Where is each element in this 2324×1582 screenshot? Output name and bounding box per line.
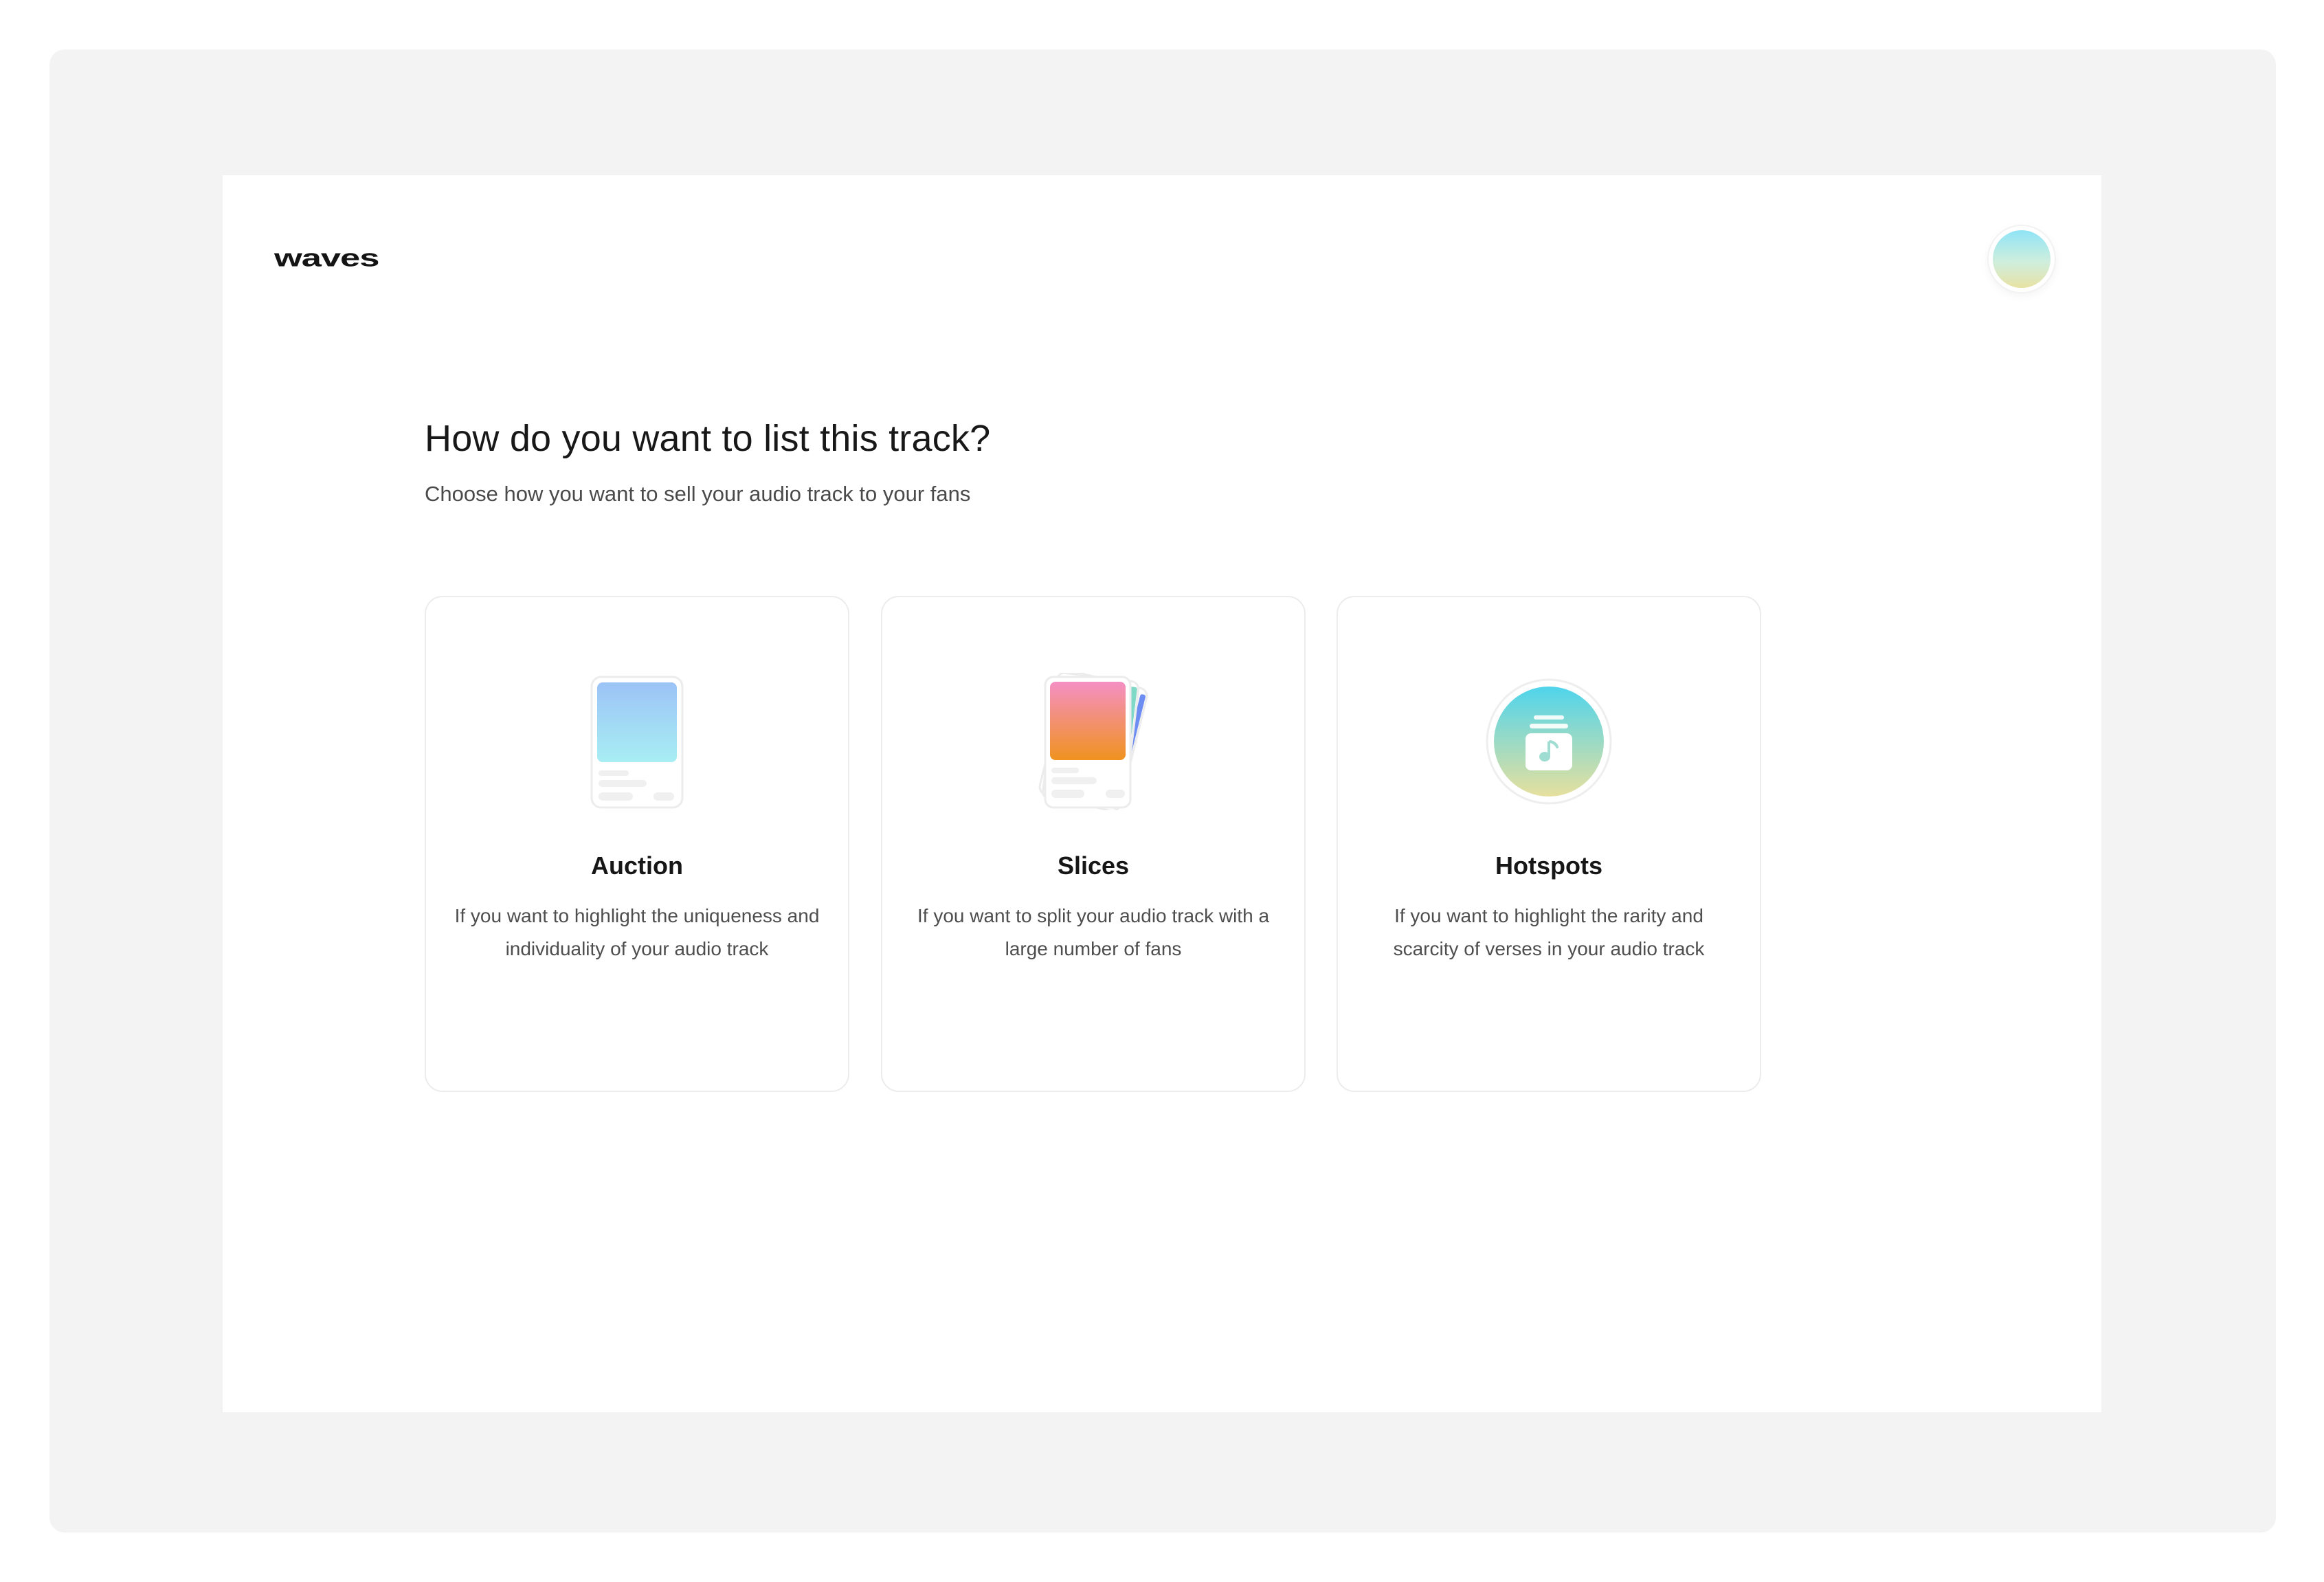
single-card-icon <box>568 673 706 810</box>
stacked-cards-icon <box>1025 673 1162 810</box>
svg-text:waves: waves <box>274 244 379 272</box>
page-subtitle: Choose how you want to sell your audio t… <box>425 482 971 506</box>
waves-logo-wordmark: waves <box>274 244 379 272</box>
avatar-gradient <box>1993 230 2051 288</box>
option-description: If you want to split your audio track wi… <box>917 905 1270 959</box>
option-title: Slices <box>1057 851 1130 880</box>
option-card-hotspots[interactable]: Hotspots If you want to highlight the ra… <box>1337 596 1761 1092</box>
option-description: If you want to highlight the uniqueness … <box>454 905 820 959</box>
waves-logo[interactable]: waves <box>274 241 412 272</box>
music-stack-icon <box>1480 673 1618 810</box>
option-title: Auction <box>591 851 683 880</box>
app-window: waves How do you want to list this track… <box>223 175 2101 1412</box>
option-description: If you want to highlight the rarity and … <box>1393 905 1705 959</box>
user-avatar[interactable] <box>1989 226 2055 292</box>
page-title: How do you want to list this track? <box>425 418 991 459</box>
option-card-auction[interactable]: Auction If you want to highlight the uni… <box>425 596 849 1092</box>
option-card-slices[interactable]: Slices If you want to split your audio t… <box>881 596 1306 1092</box>
option-title: Hotspots <box>1495 851 1602 880</box>
